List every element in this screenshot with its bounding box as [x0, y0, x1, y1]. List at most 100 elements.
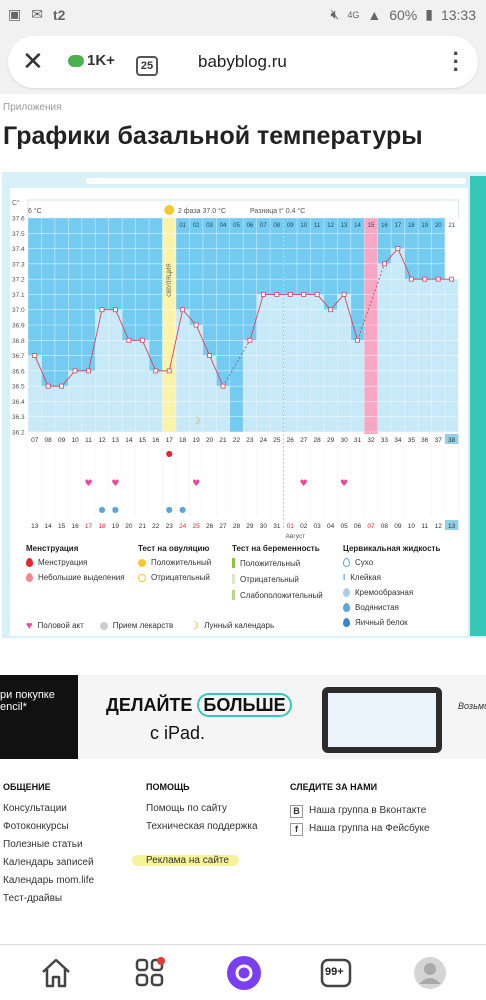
- moon-icon: ☽: [189, 620, 200, 632]
- phase2-day-label: 12: [327, 223, 334, 229]
- cycle-day-label: 33: [381, 437, 389, 444]
- bottom-navbar: 99+: [0, 944, 486, 1000]
- date-label: 18: [98, 523, 106, 530]
- phase2-day-label: 15: [368, 223, 375, 229]
- battery-label: 60%: [389, 6, 418, 23]
- temp-point: [180, 307, 186, 313]
- phase2-day-label: 09: [287, 223, 294, 229]
- ad-headline-highlight: БОЛЬШЕ: [197, 693, 292, 717]
- more-menu-icon[interactable]: · · ·: [453, 43, 460, 81]
- date-label: 13: [448, 523, 456, 530]
- unit-label: C°: [12, 199, 20, 207]
- legend-pregnancy-test: Тест на беременность Положительный Отриц…: [232, 544, 323, 606]
- cycle-day-label: 38: [448, 437, 456, 444]
- temp-point: [260, 292, 266, 297]
- date-label: 15: [58, 523, 66, 530]
- cycle-day-label: 11: [85, 437, 92, 444]
- vk-link[interactable]: B Наша группа в Вконтакте: [290, 802, 430, 820]
- phase2-day-label: 05: [233, 223, 240, 229]
- footer-link[interactable]: Календарь записей: [3, 856, 94, 874]
- image-icon: ▣: [8, 6, 22, 22]
- ad-headline-word: ДЕЛАЙТЕ: [106, 695, 193, 715]
- breadcrumb[interactable]: Приложения: [3, 102, 62, 113]
- footer-col-help: ПОМОЩЬ Помощь по сайту Техническая подде…: [132, 782, 258, 872]
- temp-point: [408, 276, 414, 282]
- date-label: 30: [260, 523, 268, 530]
- ipad-image: [322, 687, 442, 753]
- legend-item: Прием лекарств: [112, 621, 174, 630]
- cycle-day-label: 34: [394, 437, 402, 444]
- close-icon[interactable]: ✕: [22, 48, 46, 74]
- date-label: 23: [166, 523, 174, 530]
- alice-assistant-icon[interactable]: [224, 955, 261, 991]
- legend-item: Клейкая: [350, 573, 381, 582]
- legend-item: Сухо: [355, 558, 374, 567]
- browser-toolbar: ✕ 1K+ 25 babyblog.ru · · ·: [0, 30, 486, 94]
- heart-icon: ♥: [84, 479, 92, 489]
- phase-label: 2 фаза 37.0 °C: [178, 207, 226, 215]
- date-label: 28: [233, 523, 241, 530]
- dry-drop-icon: [343, 558, 350, 567]
- phase2-day-label: 13: [341, 223, 348, 229]
- legend-item: Отрицательный: [151, 573, 210, 582]
- legend-title: Менструация: [26, 544, 79, 553]
- home-icon[interactable]: [38, 955, 74, 991]
- date-label: 06: [354, 523, 362, 530]
- profile-avatar-icon[interactable]: [412, 955, 448, 991]
- fluid-drop-icon: ●: [179, 505, 186, 514]
- heart-icon: ♥: [340, 479, 348, 489]
- y-tick-label: 36.6: [12, 368, 25, 375]
- footer-col-community: ОБЩЕНИЕ Консультации Фотоконкурсы Полезн…: [3, 782, 94, 910]
- temp-point: [314, 292, 320, 297]
- y-tick-label: 37.2: [12, 277, 25, 284]
- footer-link: Наша группа на Фейсбуке: [309, 823, 430, 834]
- cycle-day-label: 28: [314, 437, 322, 444]
- domain-label[interactable]: babyblog.ru: [198, 52, 287, 72]
- ad-banner[interactable]: ри покупке encil* ДЕЛАЙТЕ БОЛЬШЕ с iPad.…: [0, 675, 486, 759]
- header-temp: 6 °C: [28, 207, 42, 215]
- legend-item: Слабоположительный: [240, 590, 323, 600]
- signal-icon: ▲: [367, 6, 382, 23]
- address-bar[interactable]: ✕ 1K+ 25 babyblog.ru · · ·: [8, 36, 478, 88]
- date-label: 03: [314, 523, 322, 530]
- temp-column: [216, 386, 230, 432]
- fb-link[interactable]: f Наша группа на Фейсбуке: [290, 820, 430, 838]
- ad-right-text: Возьми: [458, 701, 486, 711]
- legend-menstruation: Менструация Менструация Небольшие выделе…: [26, 544, 125, 588]
- footer-link[interactable]: Полезные статьи: [3, 838, 94, 856]
- temp-point: [166, 368, 172, 374]
- negative-ovulation-icon: [138, 573, 146, 582]
- cycle-day-label: 07: [31, 437, 39, 444]
- y-tick-label: 36.4: [12, 399, 25, 406]
- vk-icon: B: [290, 804, 303, 818]
- footer-link-ads[interactable]: Реклама на сайте: [132, 855, 239, 866]
- date-label: 19: [112, 523, 120, 530]
- tabs-counter-button[interactable]: 99+: [318, 955, 354, 991]
- footer-link[interactable]: Календарь mom.life: [3, 874, 94, 892]
- community-badge[interactable]: 1K+: [68, 52, 115, 69]
- tabs-counter-label: 99+: [325, 966, 344, 978]
- temp-column: [41, 386, 55, 432]
- temp-point: [395, 246, 401, 251]
- cycle-day-label: 14: [125, 437, 133, 444]
- cycle-day-label: 20: [206, 437, 214, 444]
- tabs-button[interactable]: 25: [132, 46, 160, 78]
- footer-link[interactable]: Фотоконкурсы: [3, 820, 94, 838]
- legend-item: Небольшие выделения: [38, 573, 125, 582]
- temp-point: [113, 307, 118, 313]
- footer-link[interactable]: Тест-драйвы: [3, 892, 94, 910]
- footer-link[interactable]: Консультации: [3, 802, 94, 820]
- apps-grid-icon[interactable]: [132, 955, 168, 991]
- chart-scrollbar[interactable]: [86, 178, 466, 184]
- positive-ovulation-icon: [138, 558, 146, 567]
- temp-point: [301, 292, 307, 297]
- phase2-day-label: 19: [421, 223, 428, 229]
- footer-link[interactable]: Техническая поддержка: [146, 820, 258, 838]
- tab-count-badge: 25: [136, 56, 158, 76]
- temp-column: [377, 263, 392, 432]
- legend-item: Кремообразная: [355, 588, 414, 597]
- phase2-day-label: 08: [273, 223, 280, 229]
- y-tick-label: 37.1: [12, 292, 25, 299]
- cycle-day-label: 17: [166, 437, 174, 444]
- footer-link[interactable]: Помощь по сайту: [146, 802, 258, 820]
